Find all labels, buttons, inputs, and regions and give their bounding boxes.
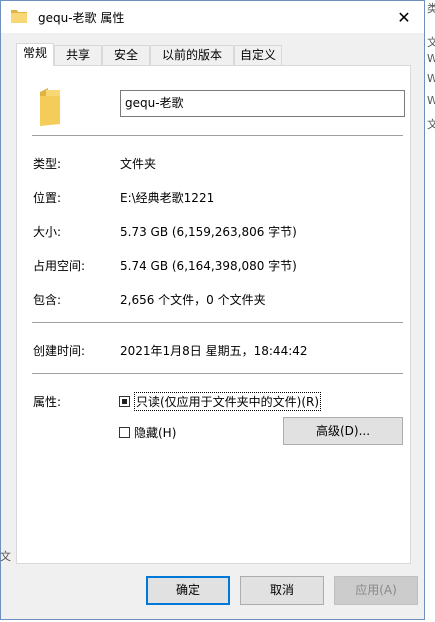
size-label: 大小: (33, 225, 62, 239)
apply-button[interactable]: 应用(A) (334, 576, 418, 605)
close-button[interactable]: ✕ (384, 1, 424, 33)
hidden-checkbox[interactable]: 隐藏(H) (119, 424, 176, 440)
contains-value: 2,656 个文件，0 个文件夹 (120, 293, 266, 307)
background-text: W (427, 72, 435, 85)
type-value: 文件夹 (120, 157, 157, 171)
location-value: E:\经典老歌1221 (120, 191, 215, 205)
background-text: 文 (427, 118, 435, 131)
properties-dialog: gequ-老歌 属性 ✕ 常规 共享 安全 以前的版本 自定义 gequ-老歌 … (0, 0, 425, 620)
close-icon: ✕ (397, 7, 411, 27)
tab-customize[interactable]: 自定义 (234, 45, 282, 65)
background-text: 类 (427, 2, 435, 15)
size-on-disk-label: 占用空间: (33, 259, 86, 273)
tab-previous-versions[interactable]: 以前的版本 (150, 45, 234, 65)
readonly-checkbox-label[interactable]: 只读(仅应用于文件夹中的文件)(R) (134, 391, 322, 411)
background-text: 文 (0, 550, 11, 563)
folder-icon (40, 88, 60, 126)
title-bar[interactable]: gequ-老歌 属性 ✕ (1, 1, 424, 33)
separator (32, 373, 403, 374)
created-value: 2021年1月8日 星期五，18:44:42 (120, 344, 308, 358)
folder-name-input[interactable]: gequ-老歌 (120, 90, 405, 117)
general-tab-panel: gequ-老歌 类型: 文件夹 位置: E:\经典老歌1221 大小: 5.73… (16, 65, 411, 564)
size-on-disk-value: 5.74 GB (6,164,398,080 字节) (120, 259, 297, 273)
separator (32, 135, 403, 136)
readonly-checkbox[interactable]: 只读(仅应用于文件夹中的文件)(R) (119, 391, 322, 411)
created-label: 创建时间: (33, 344, 86, 358)
folder-icon (11, 10, 27, 23)
contains-label: 包含: (33, 293, 62, 307)
tab-sharing[interactable]: 共享 (54, 45, 102, 65)
hidden-checkbox-label[interactable]: 隐藏(H) (134, 424, 176, 441)
checkbox-unchecked-icon[interactable] (119, 426, 130, 438)
tab-general[interactable]: 常规 (16, 43, 54, 66)
attributes-label: 属性: (33, 395, 62, 409)
window-title: gequ-老歌 属性 (38, 11, 125, 25)
separator (32, 322, 403, 323)
type-label: 类型: (33, 157, 62, 171)
cancel-button[interactable]: 取消 (240, 576, 324, 605)
background-window: 类 文 W W W 文 (425, 0, 435, 622)
size-value: 5.73 GB (6,159,263,806 字节) (120, 225, 297, 239)
background-text: 文 (427, 36, 435, 49)
background-text: W (427, 52, 435, 65)
location-label: 位置: (33, 191, 62, 205)
advanced-button[interactable]: 高级(D)... (283, 417, 403, 445)
checkbox-indeterminate-icon[interactable] (119, 395, 130, 407)
tab-security[interactable]: 安全 (102, 45, 150, 65)
ok-button[interactable]: 确定 (146, 576, 230, 605)
background-text: W (427, 94, 435, 107)
